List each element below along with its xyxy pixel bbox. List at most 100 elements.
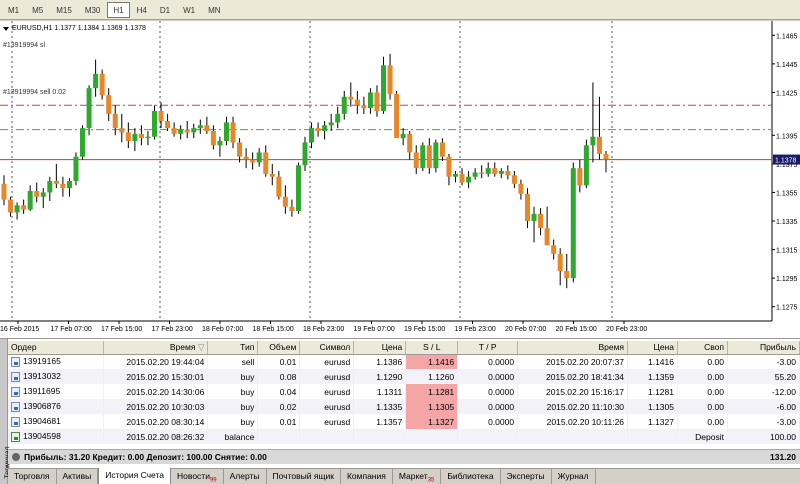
cell-sl: 1.1416 <box>405 354 459 369</box>
history-row[interactable]: 13911695 2015.02.20 14:30:06 buy 0.04 eurusd… <box>8 384 800 399</box>
cell-sl: 1.1327 <box>405 414 459 429</box>
col-sl[interactable]: S / L <box>405 341 459 355</box>
candle-body <box>80 128 86 157</box>
cell-price <box>353 429 407 444</box>
col-volume[interactable]: Объем <box>257 341 301 355</box>
candle-body <box>47 181 53 193</box>
x-tick-label: 20 Feb 23:00 <box>606 326 647 333</box>
tab-1[interactable]: Торговля <box>8 469 57 484</box>
tab-3[interactable]: История Счета <box>98 468 172 484</box>
terminal-side-strip[interactable]: Терминал <box>0 339 12 484</box>
history-row[interactable]: 13904681 2015.02.20 08:30:14 buy 0.01 eurusd… <box>8 414 800 429</box>
cell-sl: 1.1260 <box>405 369 459 384</box>
col-price[interactable]: Цена <box>353 341 407 355</box>
tab-7[interactable]: Компания <box>341 469 393 484</box>
tab-9[interactable]: Библиотека <box>441 469 501 484</box>
candle-body <box>178 129 184 134</box>
candle-body <box>564 271 570 279</box>
cell-close-price <box>627 429 678 444</box>
chart-dropdown-icon[interactable] <box>3 26 9 31</box>
y-tick-label: 1.1335 <box>776 219 798 226</box>
cell-type: buy <box>207 384 259 399</box>
candle-body <box>433 142 439 169</box>
candle-body <box>27 191 33 210</box>
price-chart[interactable]: 1.1465 1.1445 1.1425 1.1395 1.1375 1.1355 1.13… <box>0 21 800 338</box>
candle-body <box>184 129 190 133</box>
cell-time: 2015.02.20 08:26:32 <box>103 429 209 444</box>
candle-body <box>165 121 171 129</box>
terminal-tabs: Торговля Активы История Счета Новости99 Алер… <box>8 468 800 484</box>
order-number: 13911695 <box>23 386 61 397</box>
col-close-price[interactable]: Цена <box>627 341 678 355</box>
tab-11[interactable]: Журнал <box>552 469 596 484</box>
col-profit[interactable]: Прибыль <box>727 341 800 355</box>
cell-tp: 0.0000 <box>457 369 519 384</box>
col-tp[interactable]: T / P <box>457 341 519 355</box>
col-type[interactable]: Тип <box>207 341 259 355</box>
history-row[interactable]: 13919165 2015.02.20 19:44:04 sell 0.01 eurus… <box>8 354 800 369</box>
candle-body <box>309 128 315 143</box>
balance-icon <box>11 431 20 442</box>
tab-label: Журнал <box>557 471 589 481</box>
candle-body <box>86 88 92 129</box>
timeframe-button-h4[interactable]: H4 <box>131 2 153 18</box>
candle-body <box>439 142 445 157</box>
timeframe-button-m1[interactable]: M1 <box>2 2 25 18</box>
timeframe-button-m30[interactable]: M30 <box>79 2 107 18</box>
tab-label: Торговля <box>14 471 50 481</box>
cell-swap: 0.00 <box>677 399 728 414</box>
col-order[interactable]: Ордер <box>8 341 105 355</box>
candle-body <box>485 168 491 174</box>
timeframe-button-w1[interactable]: W1 <box>177 2 201 18</box>
order-icon <box>11 357 20 368</box>
tab-10[interactable]: Эксперты <box>501 469 552 484</box>
cell-symbol: eurusd <box>299 414 355 429</box>
col-time[interactable]: Время ▽ <box>103 341 209 355</box>
candle-body <box>145 136 151 139</box>
col-swap[interactable]: Своп <box>677 341 728 355</box>
y-tick-label: 1.1275 <box>776 305 798 312</box>
timeframe-button-h1[interactable]: H1 <box>107 1 130 18</box>
history-row[interactable]: 13904598 2015.02.20 08:26:32 balance Deposi… <box>8 429 800 444</box>
candle-body <box>420 145 426 169</box>
candle-body <box>73 156 79 181</box>
candle-body <box>60 183 66 189</box>
cell-close-time: 2015.02.20 15:16:17 <box>517 384 629 399</box>
tab-8[interactable]: Маркет35 <box>393 469 442 484</box>
candle-body <box>328 122 334 126</box>
cell-swap: 0.00 <box>677 414 728 429</box>
cell-close-price: 1.1281 <box>627 384 678 399</box>
timeframe-button-m5[interactable]: M5 <box>26 2 49 18</box>
cell-type: buy <box>207 369 259 384</box>
candle-body <box>426 145 432 169</box>
candle-body <box>276 176 282 197</box>
cell-close-time: 2015.02.20 18:41:34 <box>517 369 629 384</box>
tab-2[interactable]: Активы <box>57 469 99 484</box>
col-symbol[interactable]: Символ <box>299 341 355 355</box>
candlestick-chart[interactable]: 1.14651.14451.14251.13951.13751.13551.13… <box>0 21 800 338</box>
col-close-time[interactable]: Время <box>517 341 629 355</box>
terminal-panel: Терминал Ордер Время ▽ Тип Объем Символ … <box>0 338 800 484</box>
candle-body <box>335 113 341 123</box>
timeframe-button-d1[interactable]: D1 <box>154 2 176 18</box>
tab-6[interactable]: Почтовый ящик <box>267 469 341 484</box>
tab-4[interactable]: Новости99 <box>171 469 224 484</box>
candle-body <box>446 156 452 177</box>
cell-price: 1.1386 <box>353 354 407 369</box>
tab-5[interactable]: Алерты <box>224 469 267 484</box>
candle-body <box>197 125 203 129</box>
candle-body <box>407 133 413 153</box>
candle-body <box>381 65 387 111</box>
candle-body <box>230 122 236 143</box>
cell-symbol: eurusd <box>299 369 355 384</box>
history-row[interactable]: 13906876 2015.02.20 10:30:03 buy 0.02 eurusd… <box>8 399 800 414</box>
candle-body <box>53 181 59 184</box>
y-tick-label: 1.1315 <box>776 248 798 255</box>
timeframe-button-m15[interactable]: M15 <box>50 2 78 18</box>
candle-body <box>243 156 249 160</box>
timeframe-button-mn[interactable]: MN <box>202 2 226 18</box>
x-tick-label: 19 Feb 15:00 <box>404 326 445 333</box>
candle-body <box>34 191 40 197</box>
chart-symbol-quote: EURUSD,H1 1.1377 1.1384 1.1369 1.1378 <box>12 25 146 32</box>
history-row[interactable]: 13913032 2015.02.20 15:30:01 buy 0.08 eurusd… <box>8 369 800 384</box>
